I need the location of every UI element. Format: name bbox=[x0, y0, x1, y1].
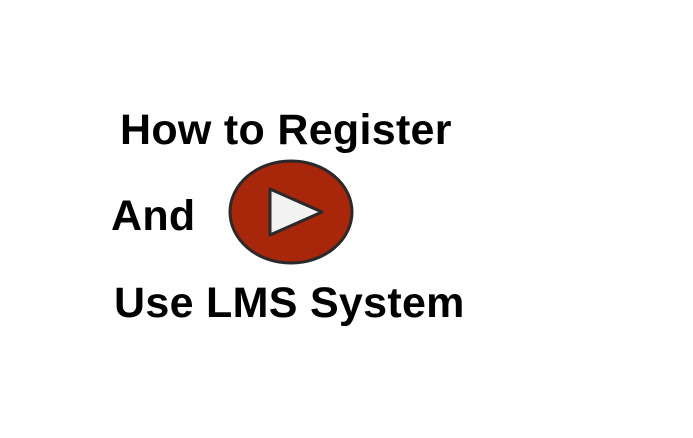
title-line-1: How to Register bbox=[120, 106, 452, 154]
play-button[interactable] bbox=[226, 158, 356, 266]
title-line-2: And bbox=[111, 192, 196, 240]
title-line-3: Use LMS System bbox=[114, 279, 465, 327]
play-icon bbox=[228, 159, 354, 265]
thumbnail-canvas: How to Register And Use LMS System bbox=[0, 0, 693, 438]
